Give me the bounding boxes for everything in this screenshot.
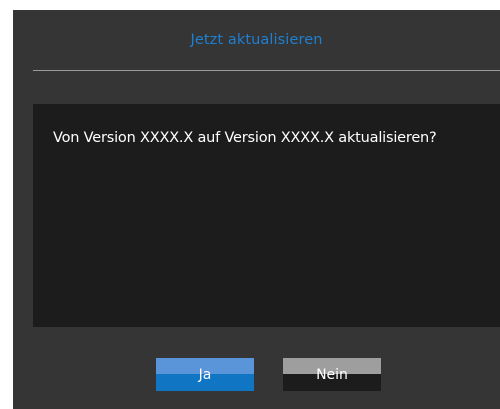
dialog-title: Jetzt aktualisieren xyxy=(190,32,323,48)
update-dialog: Jetzt aktualisieren Von Version XXXX.X a… xyxy=(13,10,500,409)
message-panel: Von Version XXXX.X auf Version XXXX.X ak… xyxy=(33,104,500,327)
update-message: Von Version XXXX.X auf Version XXXX.X ak… xyxy=(53,130,437,146)
yes-button[interactable]: Ja xyxy=(156,358,254,391)
no-button[interactable]: Nein xyxy=(283,358,381,391)
title-divider xyxy=(33,70,500,71)
no-button-label: Nein xyxy=(316,367,348,383)
yes-button-label: Ja xyxy=(198,367,212,383)
